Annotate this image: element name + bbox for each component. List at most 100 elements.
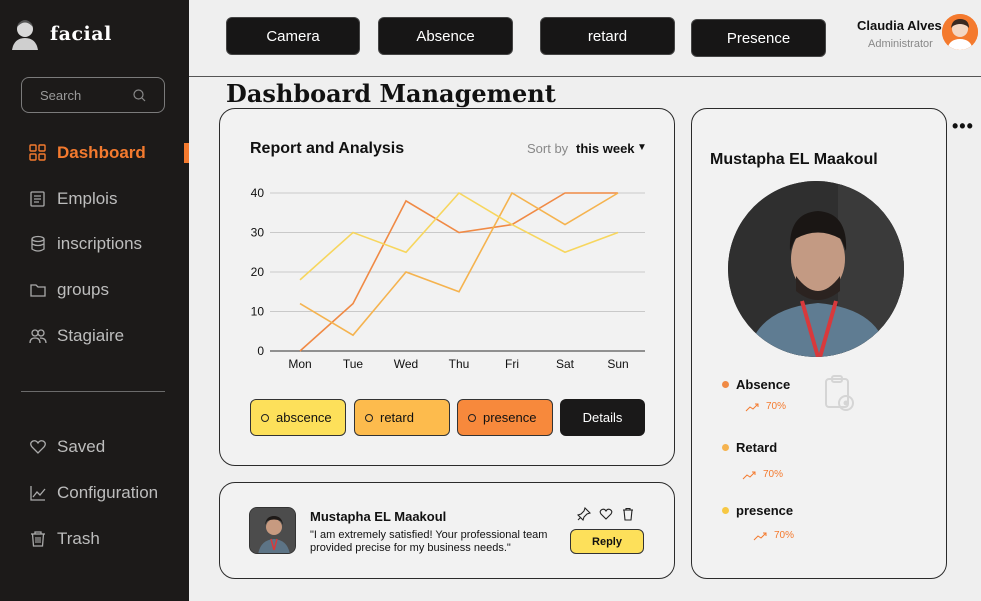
profile-photo [728, 181, 904, 357]
x-tick-label: Sat [556, 357, 575, 371]
face-avatar-icon [12, 20, 38, 50]
sidebar-item-label: Trash [57, 529, 100, 548]
y-tick-label: 30 [251, 226, 265, 240]
commenter-avatar[interactable] [249, 507, 296, 554]
legend-presence-button[interactable]: presence [457, 399, 553, 436]
stat-label: presence [736, 503, 794, 518]
stat-dot-icon [722, 507, 729, 514]
heart-icon[interactable] [599, 507, 613, 521]
stat-presence: presence [722, 503, 793, 518]
search-placeholder: Search [40, 87, 82, 103]
y-tick-label: 20 [251, 265, 265, 279]
stat-value: 70% [766, 401, 787, 412]
sidebar-item-emplois[interactable]: Emplois [29, 187, 117, 211]
sidebar-item-label: Configuration [57, 483, 159, 502]
comment-text: "I am extremely satisfied! Your professi… [310, 529, 548, 554]
sidebar-item-groups[interactable]: groups [29, 278, 109, 302]
trend-up-icon [745, 403, 759, 411]
stat-dot-icon [722, 381, 729, 388]
stat-retard-percent: 70% [742, 469, 783, 480]
x-tick-label: Sun [607, 357, 628, 371]
sidebar-item-stagiaire[interactable]: Stagiaire [29, 324, 124, 348]
sidebar-item-label: Saved [57, 437, 106, 456]
legend-abscence-button[interactable]: abscence [250, 399, 346, 436]
line-chart: 0 10 20 30 40 Mon Tue Wed Thu Fri Sat Sun [251, 186, 645, 371]
sidebar-item-saved[interactable]: Saved [29, 435, 105, 459]
stat-presence-percent: 70% [753, 530, 794, 541]
trash-icon[interactable] [621, 507, 635, 521]
search-input[interactable]: Search [21, 77, 165, 113]
x-tick-label: Mon [288, 357, 311, 371]
reply-button[interactable]: Reply [570, 529, 644, 554]
user-avatar-image [942, 14, 978, 50]
report-card: Report and Analysis Sort by this week ▼ … [219, 108, 675, 466]
sidebar-item-label: Dashboard [57, 143, 146, 162]
absence-button[interactable]: Absence [378, 17, 513, 55]
sidebar-item-trash[interactable]: Trash [29, 527, 100, 551]
legend-label: presence [483, 410, 537, 425]
notebook-icon [30, 191, 45, 207]
sidebar: facial Search Dashboard Emplois inscript… [0, 0, 189, 601]
legend-dot-icon [365, 413, 373, 422]
retard-button[interactable]: retard [540, 17, 675, 55]
trend-up-icon [753, 532, 767, 540]
legend-dot-icon [468, 413, 476, 422]
commenter-name: Mustapha EL Maakoul [310, 509, 447, 524]
clipboard-settings-icon [825, 375, 854, 411]
sidebar-item-label: groups [57, 280, 109, 299]
series-line-2 [299, 191, 619, 281]
database-icon [31, 235, 45, 252]
sidebar-item-dashboard[interactable]: Dashboard [29, 141, 146, 165]
series-line-1 [299, 191, 619, 337]
stat-absence-percent: 70% [745, 401, 786, 412]
sidebar-divider [21, 391, 165, 392]
app-logo[interactable]: facial [10, 18, 112, 50]
sidebar-item-label: Emplois [57, 189, 118, 208]
user-role: Administrator [868, 38, 933, 50]
y-tick-label: 0 [257, 344, 264, 358]
profile-photo-image [728, 181, 904, 357]
comment-card: Mustapha EL Maakoul "I am extremely sati… [219, 482, 675, 579]
presence-button[interactable]: Presence [691, 19, 826, 57]
stat-label: Retard [736, 440, 778, 455]
search-icon [133, 88, 146, 101]
stat-dot-icon [722, 444, 729, 451]
profile-card: Mustapha EL Maakoul Absence 70% Retard 7… [691, 108, 947, 579]
sidebar-item-inscriptions[interactable]: inscriptions [29, 232, 142, 256]
comment-actions [577, 507, 635, 521]
sidebar-item-configuration[interactable]: Configuration [29, 481, 158, 505]
heart-icon [30, 440, 46, 454]
y-tick-label: 10 [251, 305, 265, 319]
users-icon [29, 329, 47, 344]
grid-icon [29, 144, 46, 161]
y-tick-label: 40 [251, 186, 265, 200]
stat-value: 70% [763, 469, 784, 480]
page-title: Dashboard Management [226, 79, 556, 108]
header-divider [189, 76, 981, 77]
stat-label: Absence [736, 377, 791, 392]
active-indicator [184, 143, 189, 163]
sidebar-item-label: inscriptions [57, 234, 143, 253]
camera-button[interactable]: Camera [226, 17, 360, 55]
legend-retard-button[interactable]: retard [354, 399, 450, 436]
legend-label: abscence [276, 410, 332, 425]
stat-absence: Absence [722, 377, 790, 392]
x-tick-label: Thu [449, 357, 470, 371]
user-avatar[interactable] [942, 14, 978, 50]
user-name: Claudia Alves [857, 18, 942, 33]
pin-icon[interactable] [577, 507, 591, 521]
legend-label: retard [380, 410, 414, 425]
app-name: facial [50, 23, 112, 45]
x-tick-label: Fri [505, 357, 519, 371]
x-tick-label: Wed [394, 357, 418, 371]
profile-name: Mustapha EL Maakoul [710, 151, 878, 168]
stat-retard: Retard [722, 440, 777, 455]
more-options-icon[interactable]: ••• [952, 116, 974, 137]
legend-dot-icon [261, 413, 269, 422]
folder-icon [30, 284, 46, 297]
trash-icon [31, 531, 45, 547]
details-button[interactable]: Details [560, 399, 645, 436]
stat-value: 70% [774, 530, 795, 541]
x-tick-label: Tue [343, 357, 364, 371]
sidebar-item-label: Stagiaire [57, 326, 125, 345]
